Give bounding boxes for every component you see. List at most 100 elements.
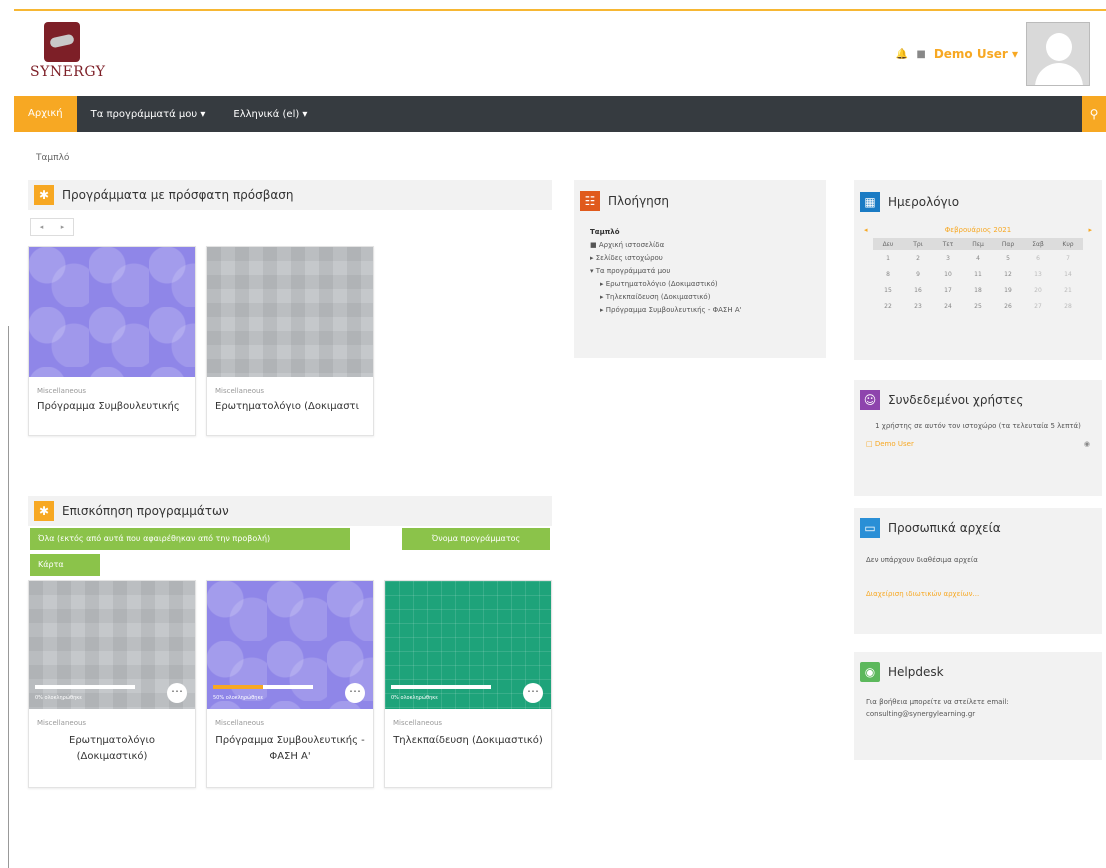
calendar-day[interactable]: 18 xyxy=(963,282,993,298)
course-image xyxy=(207,247,373,377)
calendar-next-button[interactable]: ▸ xyxy=(1088,226,1092,234)
course-actions-button[interactable]: ⋯ xyxy=(523,683,543,703)
calendar-day[interactable]: 17 xyxy=(933,282,963,298)
progress-label: 50% ολοκληρώθηκε xyxy=(213,695,264,701)
progress-bar xyxy=(391,685,491,689)
sort-dropdown-button[interactable]: Όνομα προγράμματος xyxy=(402,528,550,550)
view-dropdown-button[interactable]: Κάρτα xyxy=(30,554,100,576)
manage-files-link[interactable]: Διαχείριση ιδιωτικών αρχείων... xyxy=(854,588,1102,600)
calendar-day[interactable]: 13 xyxy=(1023,266,1053,282)
nav-tree-item[interactable]: ▸ Ερωτηματολόγιο (Δοκιμαστικό) xyxy=(590,278,826,291)
course-card[interactable]: 0% ολοκληρώθηκε ⋯ Miscellaneous Ερωτηματ… xyxy=(28,580,196,788)
course-title[interactable]: Πρόγραμμα Συμβουλευτικής - ΦΑΣΗ Α' xyxy=(215,733,365,765)
nav-home[interactable]: Αρχική xyxy=(14,96,77,132)
calendar-day[interactable]: 24 xyxy=(933,298,963,314)
progress-bar xyxy=(213,685,313,689)
course-title[interactable]: Ερωτηματολόγιο (Δοκιμαστι xyxy=(215,401,365,412)
calendar-day[interactable]: 20 xyxy=(1023,282,1053,298)
calendar-day[interactable]: 26 xyxy=(993,298,1023,314)
logo-subtext xyxy=(30,80,94,86)
calendar-day[interactable]: 27 xyxy=(1023,298,1053,314)
calendar-day[interactable]: 12 xyxy=(993,266,1023,282)
nav-my-courses[interactable]: Τα προγράμματά μου ▾ xyxy=(77,109,220,120)
breadcrumb[interactable]: Ταμπλό xyxy=(36,153,69,163)
recent-course-card[interactable]: Miscellaneous Ερωτηματολόγιο (Δοκιμαστι xyxy=(206,246,374,436)
nav-tree-item[interactable]: ▸ Τηλεκπαίδευση (Δοκιμαστικό) xyxy=(590,291,826,304)
nav-tree-item[interactable]: Ταμπλό xyxy=(590,226,826,239)
calendar-day[interactable]: 9 xyxy=(903,266,933,282)
online-users-text: 1 χρήστης σε αυτόν τον ιστοχώρο (τα τελε… xyxy=(875,422,1081,430)
users-icon: ☺ xyxy=(860,390,880,410)
recent-pager: ◂ ▸ xyxy=(30,218,74,236)
private-files-block: ▭ Προσωπικά αρχεία Δεν υπάρχουν διαθέσιμ… xyxy=(854,508,1102,634)
recent-course-card[interactable]: Miscellaneous Πρόγραμμα Συμβουλευτικής xyxy=(28,246,196,436)
course-actions-button[interactable]: ⋯ xyxy=(167,683,187,703)
calendar-block: ▦ Ημερολόγιο ◂ Φεβρουάριος 2021 ▸ Δευ Τρι… xyxy=(854,180,1102,360)
calendar-icon: ▦ xyxy=(860,192,880,212)
nav-tree-item[interactable]: ▾ Τα προγράμματά μου xyxy=(590,265,826,278)
recent-courses-title: Προγράμματα με πρόσφατη πρόσβαση xyxy=(62,188,294,202)
course-actions-button[interactable]: ⋯ xyxy=(345,683,365,703)
nav-language[interactable]: Ελληνικά (el) ▾ xyxy=(219,109,321,120)
asterisk-icon: ✱ xyxy=(34,185,54,205)
calendar-day[interactable]: 6 xyxy=(1023,250,1053,266)
course-image: 0% ολοκληρώθηκε ⋯ xyxy=(385,581,551,709)
nav-tree-item[interactable]: ■ Αρχική ιστοσελίδα xyxy=(590,239,826,252)
site-logo[interactable]: SYNERGY xyxy=(30,22,106,92)
course-card[interactable]: 50% ολοκληρώθηκε ⋯ Miscellaneous Πρόγραμ… xyxy=(206,580,374,788)
filter-dropdown-button[interactable]: Όλα (εκτός από αυτά που αφαιρέθηκαν από … xyxy=(30,528,350,550)
calendar-day[interactable]: 3 xyxy=(933,250,963,266)
calendar-day[interactable]: 19 xyxy=(993,282,1023,298)
pager-next-button[interactable]: ▸ xyxy=(61,223,65,231)
nav-tree-item[interactable]: ▸ Σελίδες ιστοχώρου xyxy=(590,252,826,265)
calendar-day[interactable]: 11 xyxy=(963,266,993,282)
course-title[interactable]: Πρόγραμμα Συμβουλευτικής xyxy=(37,401,187,412)
calendar-day[interactable]: 4 xyxy=(963,250,993,266)
user-menu[interactable]: Demo User ▾ xyxy=(934,47,1018,61)
eye-icon[interactable]: ◉ xyxy=(1084,438,1090,450)
calendar-day[interactable]: 2 xyxy=(903,250,933,266)
nav-tree-item[interactable]: ▸ Πρόγραμμα Συμβουλευτικής - ΦΑΣΗ Α' xyxy=(590,304,826,317)
calendar-day[interactable]: 28 xyxy=(1053,298,1083,314)
left-divider xyxy=(8,326,9,868)
avatar[interactable] xyxy=(1026,22,1090,86)
private-files-empty-text: Δεν υπάρχουν διαθέσιμα αρχεία xyxy=(866,556,978,564)
calendar-month: ◂ Φεβρουάριος 2021 ▸ xyxy=(864,226,1092,234)
online-user-row: □ Demo User ◉ xyxy=(854,438,1102,450)
logo-text: SYNERGY xyxy=(30,64,106,80)
sitemap-icon: ☷ xyxy=(580,191,600,211)
messages-icon[interactable]: ■ xyxy=(916,49,925,60)
calendar-title: Ημερολόγιο xyxy=(888,195,960,209)
navigation-block: ☷ Πλοήγηση Ταμπλό ■ Αρχική ιστοσελίδα ▸ … xyxy=(574,180,826,358)
course-image: 50% ολοκληρώθηκε ⋯ xyxy=(207,581,373,709)
pager-prev-button[interactable]: ◂ xyxy=(40,223,44,231)
calendar-day[interactable]: 16 xyxy=(903,282,933,298)
course-title[interactable]: Ερωτηματολόγιο (Δοκιμαστικό) xyxy=(37,733,187,765)
calendar-day[interactable]: 8 xyxy=(873,266,903,282)
calendar-day[interactable]: 21 xyxy=(1053,282,1083,298)
online-user-link[interactable]: □ Demo User xyxy=(866,438,914,450)
course-overview-title: Επισκόπηση προγραμμάτων xyxy=(62,504,229,518)
calendar-day[interactable]: 22 xyxy=(873,298,903,314)
calendar-day[interactable]: 23 xyxy=(903,298,933,314)
calendar-day[interactable]: 15 xyxy=(873,282,903,298)
progress-fill xyxy=(213,685,263,689)
calendar-day[interactable]: 25 xyxy=(963,298,993,314)
course-category: Miscellaneous xyxy=(215,719,265,727)
bell-icon[interactable]: 🔔 xyxy=(896,49,908,60)
user-area: 🔔 ■ Demo User ▾ xyxy=(896,22,1090,86)
calendar-day[interactable]: 1 xyxy=(873,250,903,266)
progress-label: 0% ολοκληρώθηκε xyxy=(391,695,438,701)
calendar-prev-button[interactable]: ◂ xyxy=(864,226,868,234)
course-card[interactable]: 0% ολοκληρώθηκε ⋯ Miscellaneous Τηλεκπαί… xyxy=(384,580,552,788)
user-menu-caret: ▾ xyxy=(1011,47,1018,61)
search-icon[interactable]: ⚲ xyxy=(1082,96,1106,132)
calendar-day[interactable]: 10 xyxy=(933,266,963,282)
navigation-tree: Ταμπλό ■ Αρχική ιστοσελίδα ▸ Σελίδες ιστ… xyxy=(574,222,826,317)
calendar-day[interactable]: 14 xyxy=(1053,266,1083,282)
calendar-day[interactable]: 5 xyxy=(993,250,1023,266)
course-title[interactable]: Τηλεκπαίδευση (Δοκιμαστικό) xyxy=(393,733,543,749)
online-users-title: Συνδεδεμένοι χρήστες xyxy=(888,393,1024,407)
calendar-day[interactable]: 7 xyxy=(1053,250,1083,266)
course-image xyxy=(29,247,195,377)
